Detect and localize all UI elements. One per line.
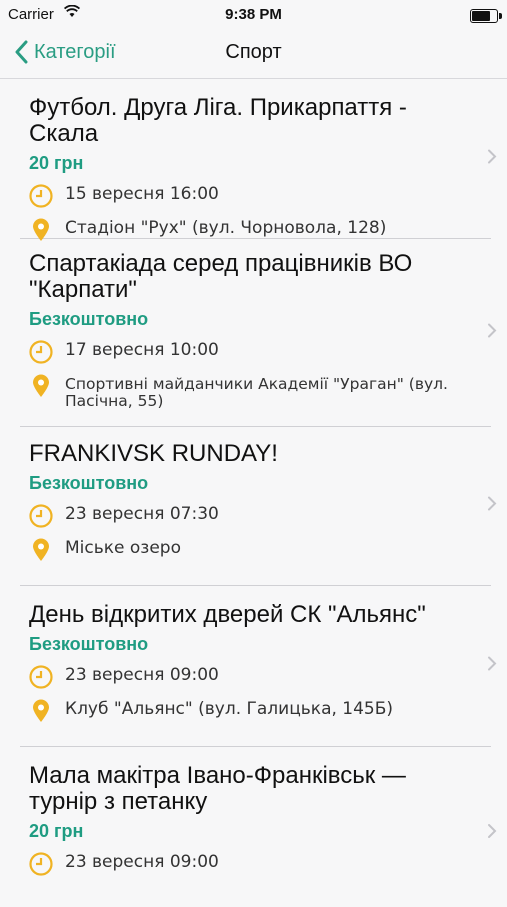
event-location: Міське озеро	[65, 538, 181, 558]
chevron-right-icon	[487, 496, 497, 517]
event-location-row: Спортивні майданчики Академії "Ураган" (…	[29, 374, 451, 410]
event-title: Футбол. Друга Ліга. Прикарпаття - Скала	[29, 94, 407, 147]
event-price: Безкоштовно	[29, 473, 149, 493]
event-title: FRANKIVSK RUNDAY!	[29, 440, 278, 467]
location-pin-icon	[29, 538, 53, 562]
event-location: Спортивні майданчики Академії "Ураган" (…	[65, 375, 448, 410]
event-date-row: 23 вересня 07:30	[29, 504, 451, 528]
event-price: 20 грн	[29, 153, 84, 173]
event-location: Стадіон "Рух" (вул. Чорновола, 128)	[65, 218, 387, 238]
clock-icon	[29, 184, 53, 208]
event-location-row: Клуб "Альянс" (вул. Галицька, 145Б)	[29, 699, 451, 723]
event-price: 20 грн	[29, 821, 84, 841]
event-title: Спартакіада серед працівників ВО "Карпат…	[29, 250, 413, 303]
clock-icon	[29, 665, 53, 689]
list-item[interactable]: Спартакіада серед працівників ВО "Карпат…	[20, 239, 497, 427]
location-pin-icon	[29, 374, 53, 398]
event-date: 23 вересня 09:00	[65, 665, 219, 685]
clock: 9:38 PM	[225, 6, 282, 23]
navigation-bar: Категорії Спорт	[0, 28, 507, 79]
event-date-row: 23 вересня 09:00	[29, 665, 451, 689]
chevron-right-icon	[487, 148, 497, 169]
battery-icon	[470, 9, 502, 23]
event-date: 15 вересня 16:00	[65, 184, 219, 204]
status-bar: Carrier 9:38 PM	[0, 0, 507, 28]
list-item[interactable]: День відкритих дверей СК "Альянс" Безкош…	[20, 586, 497, 747]
list-item[interactable]: Футбол. Друга Ліга. Прикарпаття - Скала …	[20, 79, 497, 241]
event-title: День відкритих дверей СК "Альянс"	[29, 601, 426, 628]
list-item[interactable]: Мала макітра Івано-Франківськ — турнір з…	[20, 747, 497, 907]
event-date: 23 вересня 07:30	[65, 504, 219, 524]
event-date: 17 вересня 10:00	[65, 340, 219, 360]
clock-icon	[29, 340, 53, 364]
event-date: 23 вересня 09:00	[65, 852, 219, 872]
chevron-right-icon	[487, 322, 497, 343]
event-location: Клуб "Альянс" (вул. Галицька, 145Б)	[65, 699, 394, 719]
clock-icon	[29, 852, 53, 876]
event-price: Безкоштовно	[29, 634, 149, 654]
event-list: Футбол. Друга Ліга. Прикарпаття - Скала …	[0, 79, 507, 907]
event-location-row: Міське озеро	[29, 538, 451, 562]
chevron-right-icon	[487, 823, 497, 844]
clock-icon	[29, 504, 53, 528]
list-item[interactable]: FRANKIVSK RUNDAY! Безкоштовно 23 вересня…	[20, 427, 497, 586]
event-title: Мала макітра Івано-Франківськ — турнір з…	[29, 762, 406, 815]
page-title: Спорт	[225, 41, 282, 63]
location-pin-icon	[29, 699, 53, 723]
event-price: Безкоштовно	[29, 309, 149, 329]
event-date-row: 17 вересня 10:00	[29, 340, 451, 364]
event-date-row: 15 вересня 16:00	[29, 184, 451, 208]
event-date-row: 23 вересня 09:00	[29, 852, 451, 876]
chevron-right-icon	[487, 656, 497, 677]
